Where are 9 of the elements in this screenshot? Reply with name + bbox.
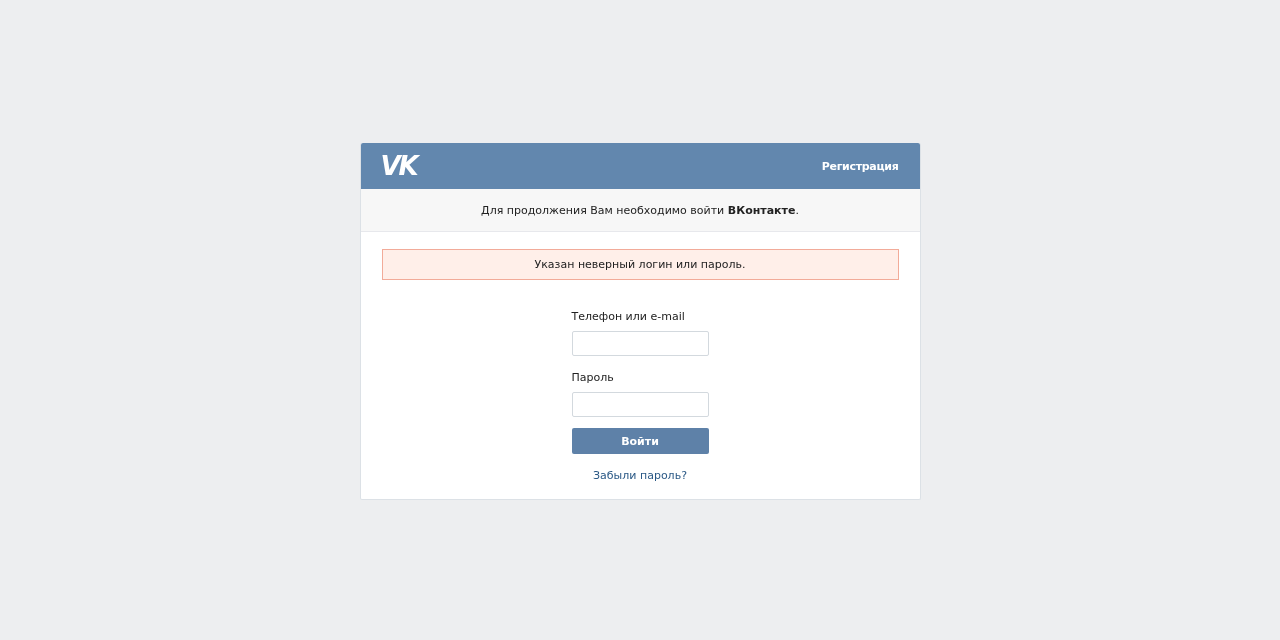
login-button[interactable]: Войти (571, 428, 709, 454)
field-label: Телефон или e-mail (571, 310, 686, 325)
error-message: Указан неверный логин или пароль. (381, 249, 899, 280)
register-link[interactable]: Регистрация (821, 159, 899, 173)
notice-text: Для продолжения Вам необходимо войти ВКонтакте. (481, 203, 799, 217)
field-label: Пароль (571, 371, 615, 386)
input-field[interactable] (571, 392, 709, 417)
forgot-password-link[interactable]: Забыли пароль? (551, 469, 729, 482)
input-field[interactable] (571, 331, 709, 356)
